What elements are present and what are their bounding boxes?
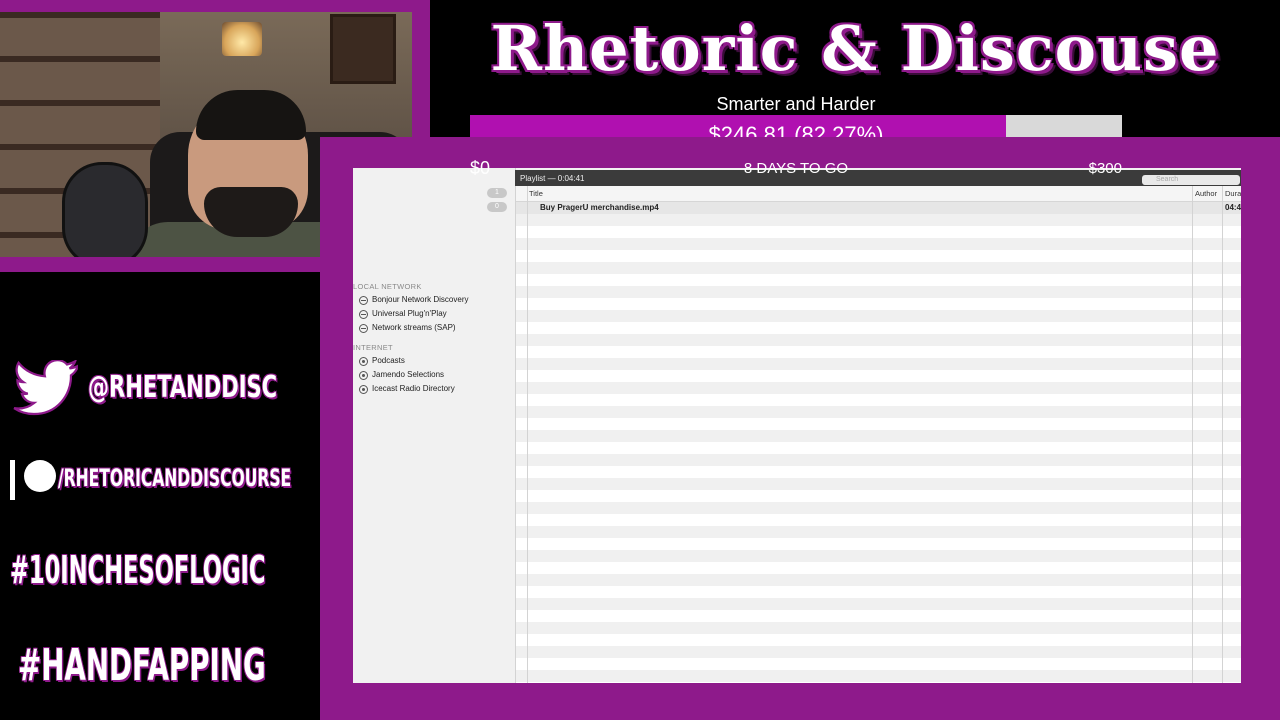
vlc-playlist: Playlist — 0:04:41 Search Title Author D… [515,168,1241,683]
patreon-handle: /RHETORICANDDISCOURSE [58,464,292,492]
playlist-header: Title Author Dura [515,186,1241,202]
row-title: Buy PragerU merchandise.mp4 [540,203,659,212]
sidebar-section-local-network: LOCAL NETWORK [353,282,422,291]
microphone-pop-filter [62,162,148,257]
podcast-icon [359,370,368,380]
sidebar-item-label: Universal Plug'n'Play [372,309,447,318]
sidebar-section-internet: INTERNET [353,343,393,352]
podcast-icon [359,356,368,366]
hashtag-1: #10INCHESOFLOGIC [10,548,266,592]
hashtag-2: #HANDFAPPING [18,640,266,691]
network-icon [359,309,368,319]
sidebar-item-label: Icecast Radio Directory [372,384,455,393]
column-duration[interactable]: Dura [1225,186,1241,201]
sidebar-badge: 0 [487,202,507,212]
vlc-window: 1 0 LOCAL NETWORK Bonjour Network Discov… [353,168,1241,683]
column-author[interactable]: Author [1195,186,1217,201]
table-row[interactable]: Buy PragerU merchandise.mp4 04:4 [515,202,1241,214]
stream-title: Rhetoric & Discouse [490,12,1220,85]
network-icon [359,295,368,305]
sidebar-item-label: Network streams (SAP) [372,323,456,332]
sidebar-item-jamendo[interactable]: Jamendo Selections [359,369,444,381]
network-icon [359,323,368,333]
sidebar-item-upnp[interactable]: Universal Plug'n'Play [359,308,447,320]
sidebar-item-bonjour[interactable]: Bonjour Network Discovery [359,294,468,306]
sidebar-badge: 1 [487,188,507,198]
column-title[interactable]: Title [529,186,543,201]
podcast-icon [359,384,368,394]
playlist-rows: Buy PragerU merchandise.mp4 04:4 [515,202,1241,683]
sidebar-item-label: Podcasts [372,356,405,365]
twitter-icon [13,360,78,416]
search-input[interactable]: Search [1142,175,1240,185]
twitter-handle: @RHETANDDISC [88,370,278,405]
patreon-icon [10,460,56,500]
sidebar-item-icecast[interactable]: Icecast Radio Directory [359,383,455,395]
sidebar-item-podcasts[interactable]: Podcasts [359,355,405,367]
sidebar-item-label: Bonjour Network Discovery [372,295,469,304]
goal-title: Smarter and Harder [716,94,876,114]
goal-max-label: $300 [1088,160,1122,177]
sidebar-item-sap[interactable]: Network streams (SAP) [359,322,456,334]
goal-days-label: 8 DAYS TO GO [743,160,849,177]
sidebar-item-label: Jamendo Selections [372,370,445,379]
vlc-sidebar: 1 0 LOCAL NETWORK Bonjour Network Discov… [353,168,516,683]
row-duration: 04:4 [1225,203,1241,212]
